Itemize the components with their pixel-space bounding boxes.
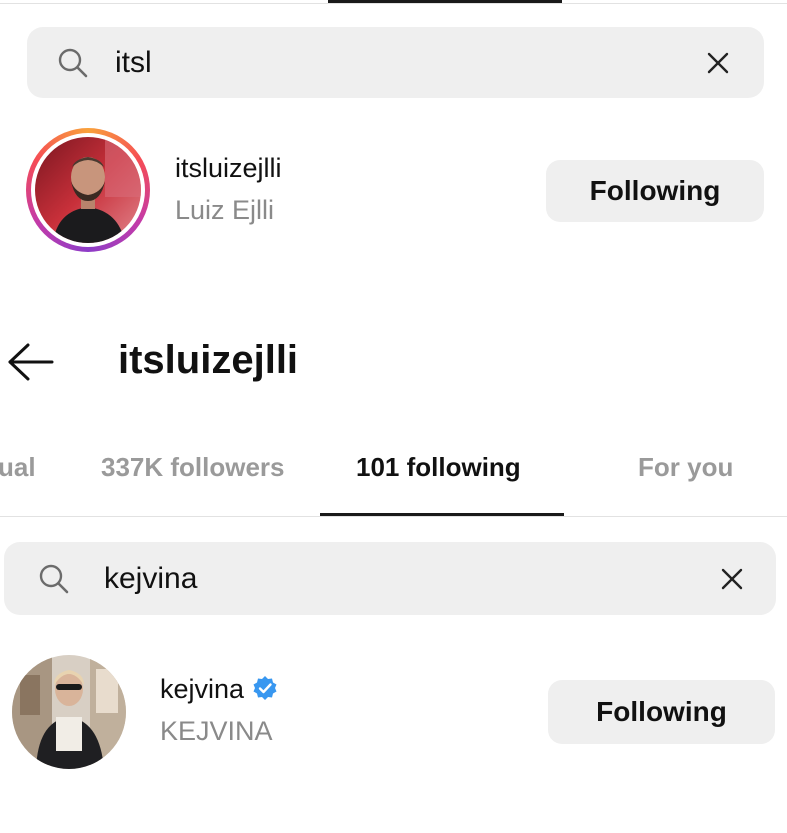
- page-title: itsluizejlli: [118, 338, 299, 382]
- following-button-top[interactable]: Following: [546, 160, 764, 222]
- search-result-row-following[interactable]: kejvina KEJVINA Following: [0, 648, 787, 778]
- result-full-name: Luiz Ejlli: [175, 195, 275, 225]
- search-input-following[interactable]: kejvina: [104, 562, 712, 596]
- avatar[interactable]: [12, 655, 126, 769]
- search-input-top[interactable]: itsl: [115, 46, 698, 80]
- result-full-name: KEJVINA: [160, 716, 273, 746]
- divider-tabs: [0, 516, 787, 517]
- tab-for-you[interactable]: For you: [638, 452, 733, 483]
- tab-following[interactable]: 101 following: [356, 452, 521, 483]
- back-arrow-icon: [8, 343, 54, 381]
- verified-badge-icon: [253, 676, 277, 700]
- search-bar-top[interactable]: itsl: [27, 27, 764, 98]
- result-username: kejvina: [160, 674, 278, 705]
- divider-top: [0, 3, 787, 4]
- following-button-following[interactable]: Following: [548, 680, 775, 744]
- search-icon: [39, 564, 69, 593]
- tab-followers[interactable]: 337K followers: [101, 452, 285, 483]
- clear-search-button-following[interactable]: [712, 559, 752, 599]
- close-icon: [721, 568, 743, 589]
- avatar[interactable]: [35, 137, 141, 243]
- search-icon: [58, 48, 88, 77]
- tab-mutual[interactable]: ual: [0, 452, 36, 483]
- search-bar-following[interactable]: kejvina: [4, 542, 776, 615]
- back-button[interactable]: [6, 340, 56, 384]
- search-result-row-top[interactable]: itsluizejlli Luiz Ejlli Following: [0, 120, 787, 260]
- avatar-photo: [35, 137, 141, 243]
- result-username: itsluizejlli: [175, 153, 282, 183]
- close-icon: [707, 52, 729, 73]
- avatar-photo: [12, 655, 126, 769]
- clear-search-button-top[interactable]: [698, 43, 738, 83]
- result-username-text: kejvina: [160, 674, 245, 704]
